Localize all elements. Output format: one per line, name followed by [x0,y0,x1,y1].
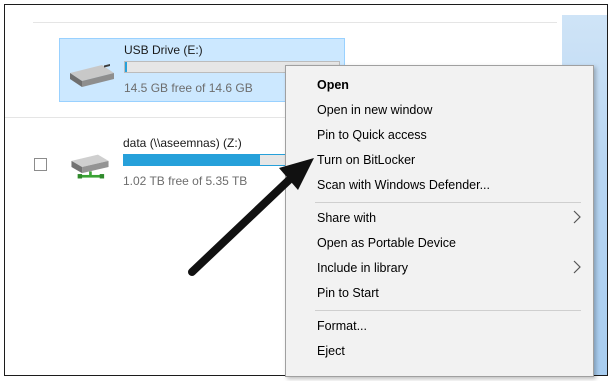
menu-separator [315,202,581,203]
chevron-right-icon [573,210,581,224]
menu-item-label: Open [317,78,349,92]
drive-usage-bar [123,154,293,166]
menu-item-open-portable[interactable]: Open as Portable Device [286,232,593,256]
drive-free-space: 1.02 TB free of 5.35 TB [123,174,248,188]
menu-item-label: Scan with Windows Defender... [317,178,490,192]
drive-network[interactable]: data (\\aseemnas) (Z:) 1.02 TB free of 5… [59,132,295,196]
chevron-right-icon [573,260,581,274]
menu-item-label: Format... [317,319,368,333]
menu-item-turn-on-bitlocker[interactable]: Turn on BitLocker [286,149,593,173]
menu-item-label: Share with [317,211,377,225]
menu-item-scan-defender[interactable]: Scan with Windows Defender... [286,174,593,198]
menu-item-format[interactable]: Format... [286,315,593,339]
select-checkbox[interactable] [34,158,47,171]
menu-item-label: Turn on BitLocker [317,153,416,167]
menu-separator [315,310,581,311]
menu-item-include-library[interactable]: Include in library [286,257,593,281]
menu-item-pin-quick-access[interactable]: Pin to Quick access [286,124,593,148]
drive-name: USB Drive (E:) [124,43,203,57]
menu-item-label: Open as Portable Device [317,236,456,250]
menu-item-open[interactable]: Open [286,74,593,98]
divider [5,117,295,118]
divider [33,22,557,23]
menu-item-label: Pin to Quick access [317,128,427,142]
context-menu: Open Open in new window Pin to Quick acc… [285,65,594,377]
menu-item-pin-start[interactable]: Pin to Start [286,282,593,306]
menu-item-open-new-window[interactable]: Open in new window [286,99,593,123]
menu-item-label: Open in new window [317,103,433,117]
menu-item-label: Include in library [317,261,409,275]
network-drive-icon [71,154,109,179]
menu-item-share-with[interactable]: Share with [286,207,593,231]
menu-item-label: Pin to Start [317,286,379,300]
menu-item-label: Eject [317,344,345,358]
usb-drive-icon [70,64,114,87]
drive-name: data (\\aseemnas) (Z:) [123,136,242,150]
menu-item-eject[interactable]: Eject [286,340,593,364]
drive-free-space: 14.5 GB free of 14.6 GB [124,81,253,95]
